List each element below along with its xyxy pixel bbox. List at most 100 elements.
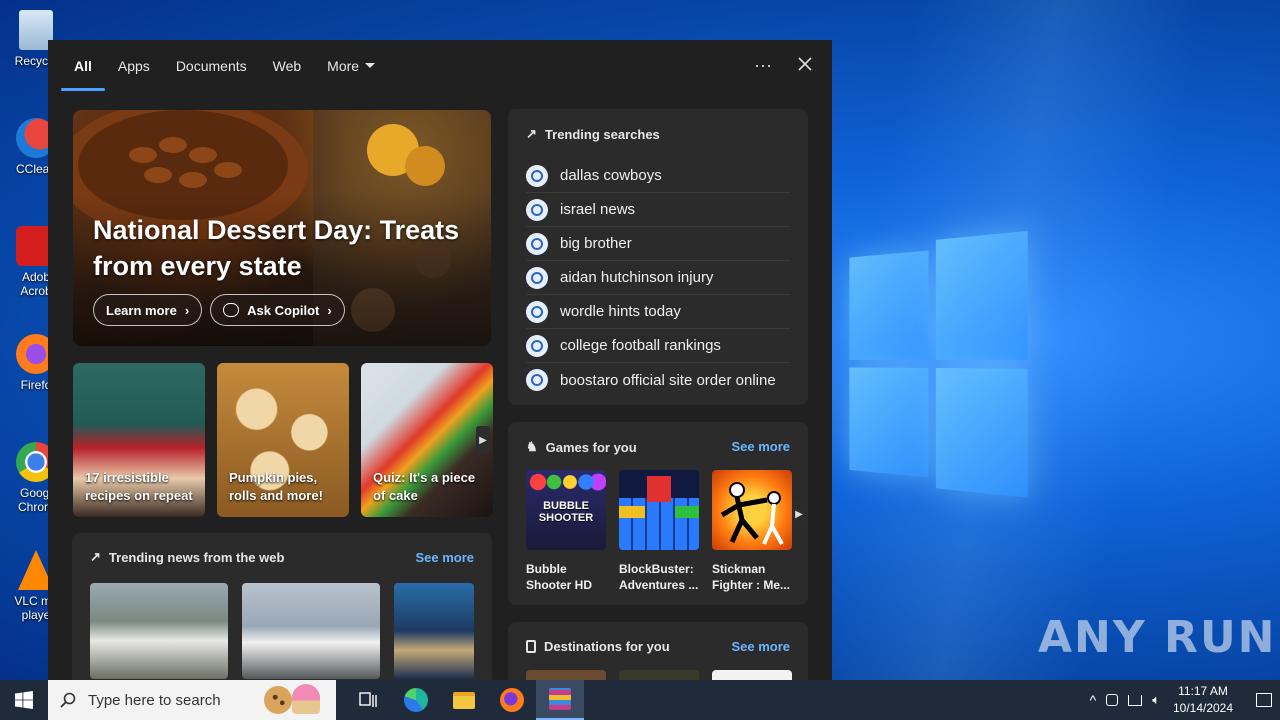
chevron-right-icon: › xyxy=(327,302,332,318)
bubble-shooter-logo: BUBBLE SHOOTER xyxy=(538,500,594,524)
trending-title: Trending searches xyxy=(544,126,660,142)
desktop-icon-label: Adob Acrob xyxy=(20,270,52,298)
game-pieces-icon: ♞ xyxy=(526,439,538,454)
search-highlight-image xyxy=(254,680,336,720)
chevron-right-icon: ▶ xyxy=(795,508,803,520)
ellipsis-icon[interactable]: ··· xyxy=(754,55,772,76)
meet-now-icon[interactable] xyxy=(1106,694,1119,706)
tab-label: Documents xyxy=(175,57,247,74)
tab-apps[interactable]: Apps xyxy=(105,40,163,91)
trending-item[interactable]: wordle hints today xyxy=(526,295,790,329)
taskbar-edge-button[interactable] xyxy=(392,680,440,720)
tab-label: Web xyxy=(272,57,302,74)
network-icon[interactable] xyxy=(1128,694,1143,706)
search-placeholder: Type here to search xyxy=(88,691,221,709)
clock-time: 11:17 AM xyxy=(1178,684,1228,698)
news-header: ↗ Trending news from the web xyxy=(90,549,284,565)
cards-next-button[interactable]: ▶ xyxy=(476,426,490,454)
learn-more-button[interactable]: Learn more › xyxy=(93,294,203,326)
game-tiles: BUBBLE SHOOTER Bubble Shooter HD BlockBu… xyxy=(526,470,792,593)
chat-bubble-icon xyxy=(223,303,240,317)
clock-date: 10/14/2024 xyxy=(1172,701,1234,715)
trending-header: ↗ Trending searches xyxy=(526,126,660,142)
news-tile[interactable] xyxy=(394,583,474,679)
destinations-see-more-link[interactable]: See more xyxy=(731,639,790,654)
search-icon xyxy=(526,232,548,255)
card-label: Quiz: It's a piece of cake xyxy=(373,470,476,503)
system-tray: ^ 🔈︎ 11:17 AM 10/14/2024 xyxy=(1090,680,1280,720)
games-next-button[interactable]: ▶ xyxy=(792,500,806,528)
games-title: Games for you xyxy=(545,439,637,455)
trending-item-label: boostaro official site order online xyxy=(560,371,776,389)
close-icon[interactable] xyxy=(798,55,812,76)
trending-item[interactable]: israel news xyxy=(526,193,790,227)
search-tabs: All Apps Documents Web More ··· xyxy=(48,40,832,91)
desktop-icon-label: Firefo xyxy=(20,378,52,392)
hero-card[interactable]: National Dessert Day: Treats from every … xyxy=(73,110,491,346)
game-name: Stickman Fighter : Me... xyxy=(712,562,790,592)
ask-copilot-label: Ask Copilot xyxy=(247,302,320,318)
news-tile[interactable] xyxy=(90,583,228,679)
chevron-right-icon: › xyxy=(184,302,190,318)
task-view-button[interactable] xyxy=(344,680,392,720)
trending-item[interactable]: boostaro official site order online xyxy=(526,363,790,397)
news-tiles xyxy=(90,583,474,679)
volume-icon[interactable]: 🔈︎ xyxy=(1152,692,1160,708)
game-tile-bubble-shooter[interactable]: BUBBLE SHOOTER Bubble Shooter HD xyxy=(526,470,606,593)
card-label: 17 irresistible recipes on repeat xyxy=(85,470,193,503)
games-see-more-link[interactable]: See more xyxy=(731,439,790,454)
luggage-icon xyxy=(526,640,536,653)
destinations-header: Destinations for you xyxy=(526,639,670,654)
learn-more-label: Learn more xyxy=(106,302,177,318)
trending-item[interactable]: aidan hutchinson injury xyxy=(526,261,790,295)
tab-web[interactable]: Web xyxy=(260,40,315,91)
trending-item[interactable]: dallas cowboys xyxy=(526,159,790,193)
start-button[interactable] xyxy=(0,680,48,720)
caret-down-icon xyxy=(365,63,376,68)
tab-documents[interactable]: Documents xyxy=(163,40,260,91)
trending-news-section: ↗ Trending news from the web See more ▶ xyxy=(72,533,492,680)
clock[interactable]: 11:17 AM 10/14/2024 xyxy=(1170,683,1236,717)
yellow-blocks xyxy=(619,506,645,518)
edge-icon xyxy=(404,688,428,712)
taskbar-firefox-button[interactable] xyxy=(488,680,536,720)
game-name: Bubble Shooter HD xyxy=(526,562,592,592)
news-see-more-link[interactable]: See more xyxy=(415,550,474,565)
feature-card-recipes[interactable]: 17 irresistible recipes on repeat xyxy=(73,363,205,517)
windows-start-icon xyxy=(15,691,33,709)
taskbar-explorer-button[interactable] xyxy=(440,680,488,720)
tab-all[interactable]: All xyxy=(61,40,105,91)
panel-controls: ··· xyxy=(754,40,812,91)
taskbar-winrar-button[interactable] xyxy=(536,680,584,720)
trending-item[interactable]: college football rankings xyxy=(526,329,790,363)
destination-tile[interactable] xyxy=(526,670,606,680)
ask-copilot-button[interactable]: Ask Copilot › xyxy=(210,294,345,326)
tab-more[interactable]: More xyxy=(314,40,388,91)
anyrun-watermark: ANY RUN xyxy=(1038,612,1277,663)
trending-item[interactable]: big brother xyxy=(526,227,790,261)
cookie-icon xyxy=(264,686,292,714)
chevron-up-icon[interactable]: ^ xyxy=(1090,692,1097,708)
stickman-figures xyxy=(720,482,784,545)
games-header: ♞ Games for you xyxy=(526,439,637,455)
game-tile-stickman[interactable]: Stickman Fighter : Me... xyxy=(712,470,792,593)
tab-label: Apps xyxy=(117,57,150,74)
destination-tile[interactable] xyxy=(712,670,792,680)
taskbar: Type here to search ^ 🔈︎ 11:17 AM 10/14/… xyxy=(0,680,1280,720)
search-icon xyxy=(60,692,76,708)
search-icon xyxy=(526,369,548,391)
news-tile[interactable] xyxy=(242,583,380,679)
search-icon xyxy=(526,198,548,221)
tab-label: More xyxy=(327,57,360,74)
game-tile-blockbuster[interactable]: BlockBuster: Adventures ... xyxy=(619,470,699,593)
card-label: Pumpkin pies, rolls and more! xyxy=(229,470,323,503)
cupcake-icon xyxy=(292,684,320,714)
firefox-icon xyxy=(500,688,524,712)
feature-card-pumpkin[interactable]: Pumpkin pies, rolls and more! xyxy=(217,363,349,517)
search-icon xyxy=(526,334,548,357)
feature-card-quiz[interactable]: Quiz: It's a piece of cake xyxy=(361,363,493,517)
destination-tile[interactable] xyxy=(619,670,699,680)
taskbar-search-input[interactable]: Type here to search xyxy=(48,680,254,720)
notification-icon[interactable] xyxy=(1256,693,1272,707)
task-view-icon xyxy=(359,692,377,707)
